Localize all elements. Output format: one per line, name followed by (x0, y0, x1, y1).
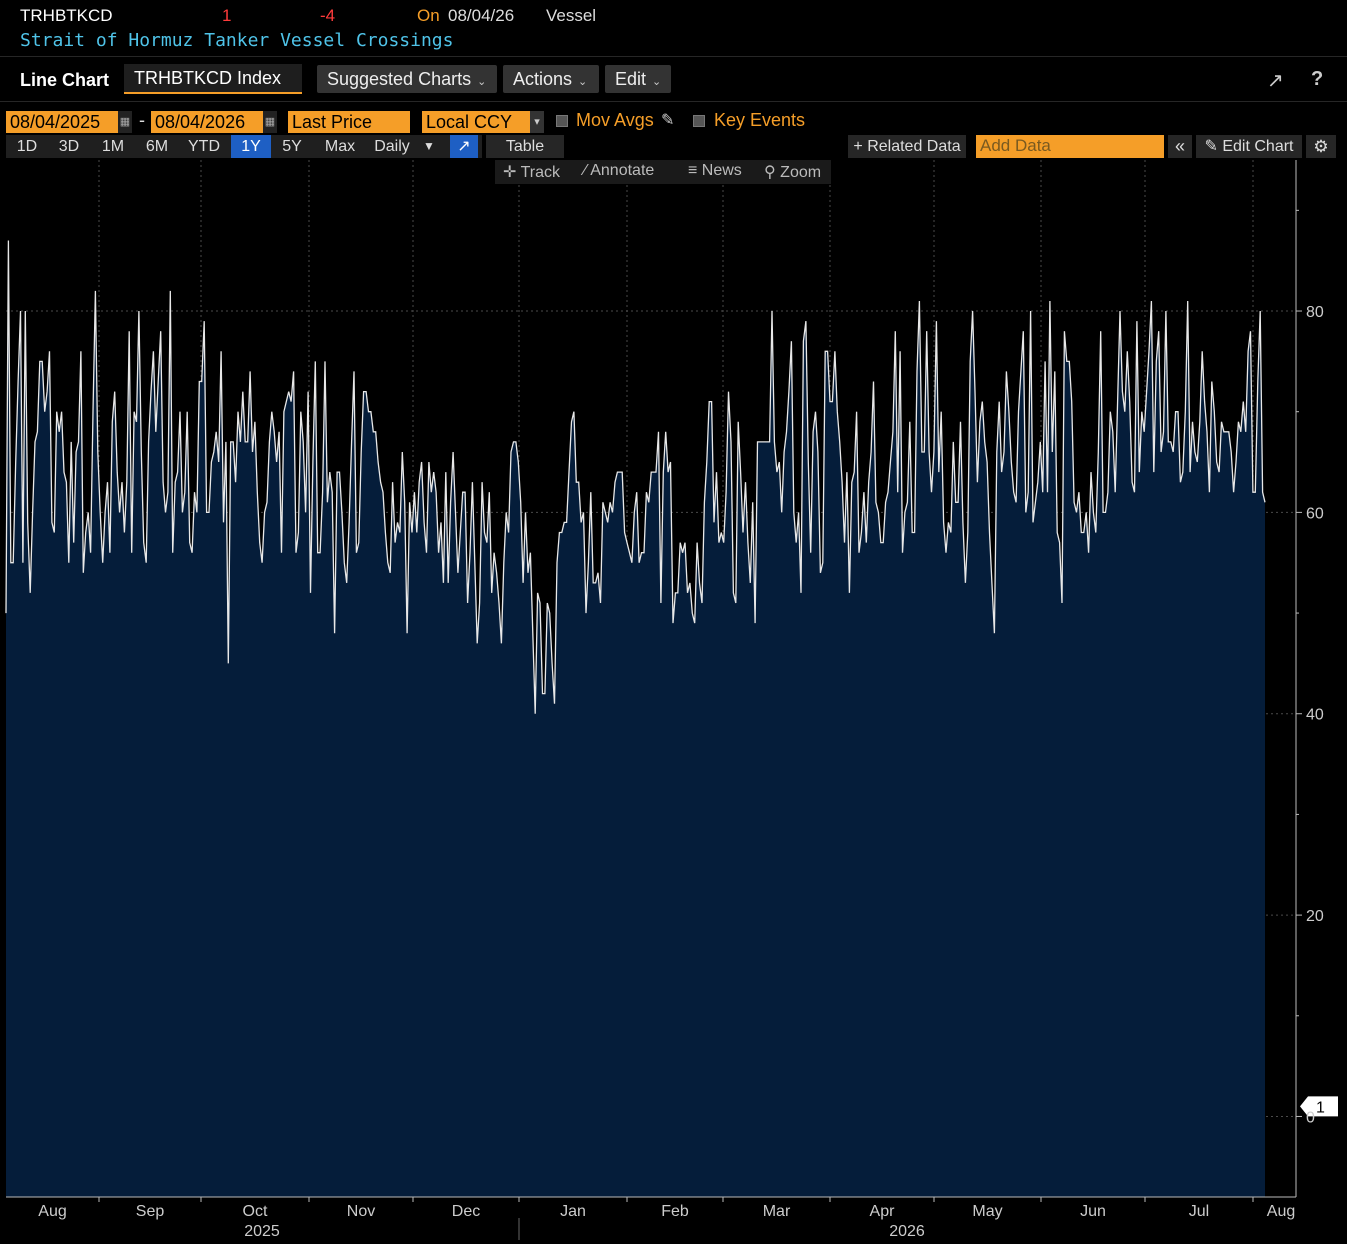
annotate-label: Annotate (590, 162, 655, 179)
y-tick-label: 40 (1306, 707, 1324, 724)
chart-area[interactable]: 0 20 40 60 80 Aug Sep Oct Nov Dec Jan Feb Mar Apr May J… (0, 0, 1347, 1244)
x-tick-label: Jun (1080, 1203, 1106, 1220)
x-tick-label: Feb (661, 1203, 689, 1220)
crosshair-icon: ✛ (503, 164, 521, 181)
news-tool[interactable]: ≡ News (688, 162, 742, 180)
x-tick-label: Oct (243, 1203, 268, 1220)
series-area (6, 240, 1265, 1197)
x-tick-label: Aug (1267, 1203, 1295, 1220)
x-tick-label: Nov (347, 1203, 375, 1220)
track-tool[interactable]: ✛ Track (503, 162, 560, 182)
track-label: Track (520, 164, 560, 181)
news-label: News (701, 162, 742, 179)
x-tick-label: May (972, 1203, 1002, 1220)
last-value-label: 1 (1316, 1099, 1325, 1116)
year-label: 2026 (889, 1223, 925, 1240)
y-tick-label: 0 (1306, 1109, 1315, 1126)
y-tick-label: 80 (1306, 304, 1324, 321)
x-tick-label: Apr (870, 1203, 896, 1220)
x-tick-label: Jan (560, 1203, 586, 1220)
news-icon: ≡ (688, 162, 702, 179)
magnifier-icon: ⚲ (764, 164, 781, 181)
x-tick-label: Dec (452, 1203, 480, 1220)
zoom-tool[interactable]: ⚲ Zoom (764, 162, 821, 182)
x-tick-label: Sep (136, 1203, 165, 1220)
x-tick-label: Jul (1189, 1203, 1209, 1220)
year-label: 2025 (244, 1223, 280, 1240)
x-tick-label: Aug (38, 1203, 66, 1220)
zoom-label: Zoom (780, 164, 822, 181)
annotate-tool[interactable]: ∕ Annotate (584, 162, 654, 180)
y-tick-label: 20 (1306, 908, 1324, 925)
x-tick-label: Mar (763, 1203, 791, 1220)
y-tick-label: 60 (1306, 505, 1324, 522)
